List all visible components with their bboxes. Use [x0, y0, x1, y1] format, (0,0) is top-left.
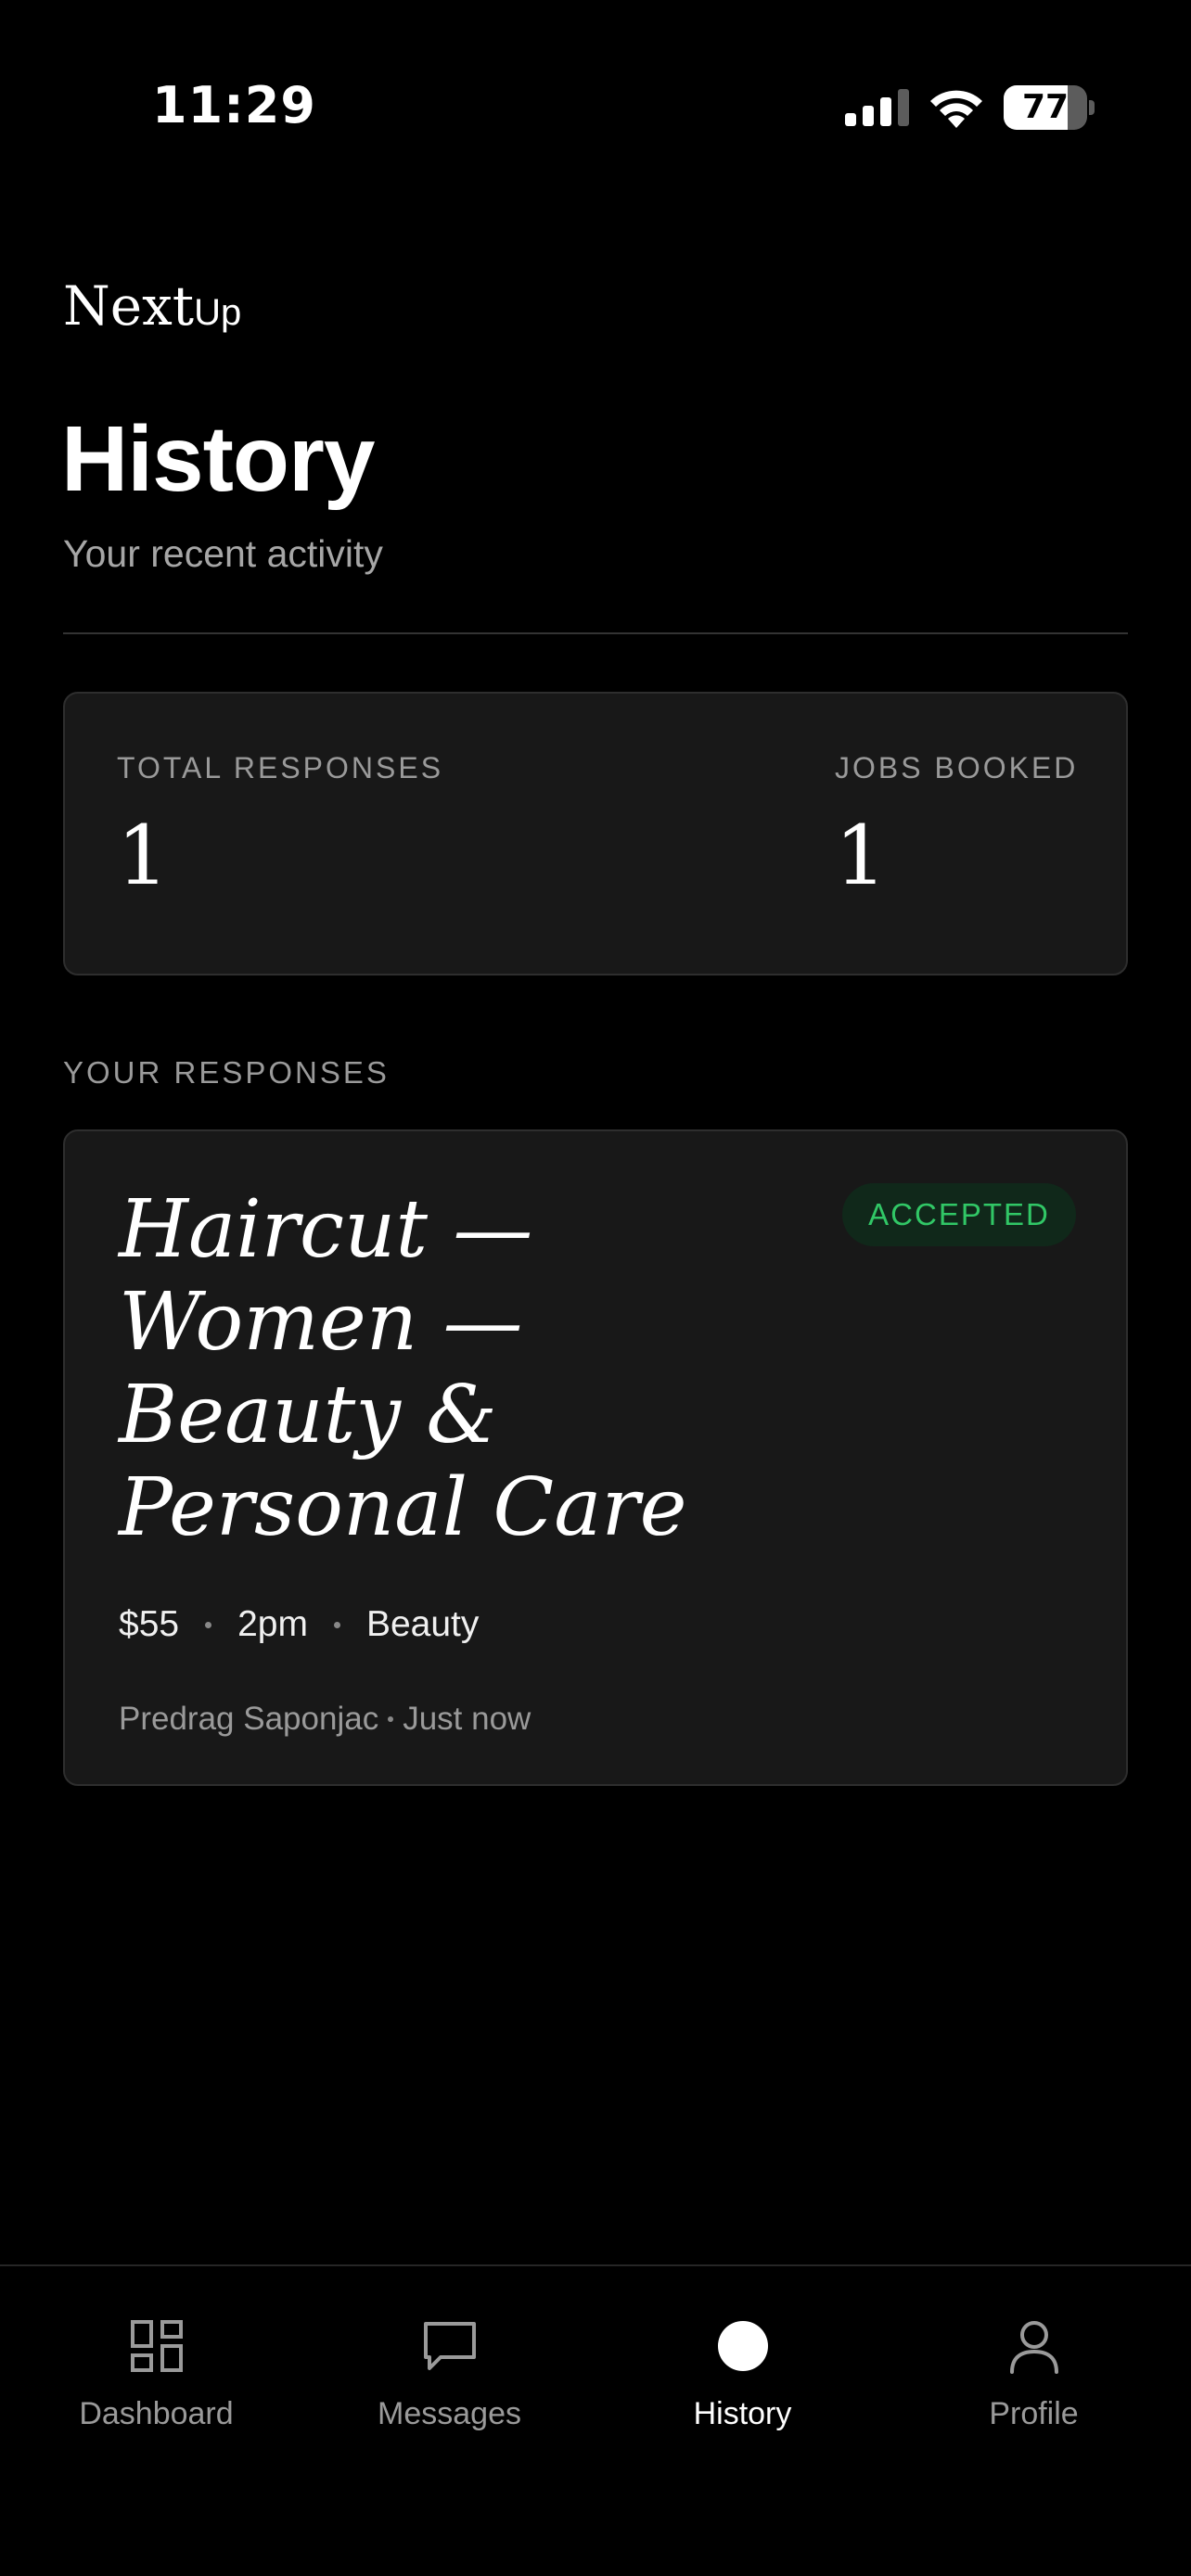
header-divider: [63, 632, 1128, 634]
total-responses-label: TOTAL RESPONSES: [117, 751, 444, 784]
response-card[interactable]: Haircut — Women — Beauty & Personal Care…: [63, 1129, 1128, 1786]
tab-messages-label: Messages: [378, 2396, 521, 2431]
total-responses-stat: TOTAL RESPONSES 1: [117, 751, 443, 897]
response-when: Just now: [403, 1701, 531, 1737]
battery-percentage: 77: [1021, 88, 1069, 126]
section-label-responses: YOUR RESPONSES: [63, 1055, 390, 1090]
logo-next: Next: [63, 274, 195, 338]
separator-dot: [388, 1716, 394, 1722]
status-bar: 11:29 77: [0, 0, 1191, 148]
jobs-booked-label: JOBS BOOKED: [835, 751, 1079, 784]
battery-icon: 77: [1004, 85, 1095, 130]
status-time: 11:29: [152, 76, 316, 134]
stats-card: TOTAL RESPONSES 1 JOBS BOOKED 1: [63, 692, 1128, 976]
dashboard-grid-icon: [130, 2320, 183, 2372]
message-bubble-icon: [423, 2322, 476, 2370]
jobs-booked-value: 1: [835, 808, 887, 903]
tab-history[interactable]: History: [594, 2266, 891, 2452]
jobs-booked-stat: JOBS BOOKED 1: [835, 751, 1078, 897]
response-price: $55: [119, 1604, 180, 1644]
wifi-icon: [930, 90, 982, 128]
response-category: Beauty: [365, 1604, 480, 1644]
separator-dot: [205, 1621, 212, 1628]
tab-dashboard-label: Dashboard: [79, 2396, 234, 2431]
page-title: History: [61, 407, 376, 511]
bottom-tab-bar: Dashboard Messages History Profile: [0, 2264, 1191, 2576]
response-title: Haircut — Women — Beauty & Personal Care: [119, 1183, 687, 1554]
status-badge: ACCEPTED: [842, 1183, 1076, 1246]
response-footer: Predrag Saponjac Just now: [119, 1701, 531, 1738]
history-dot-icon: [717, 2321, 768, 2371]
logo-up: Up: [194, 292, 242, 333]
tab-history-label: History: [693, 2396, 792, 2431]
total-responses-value: 1: [117, 808, 169, 903]
tab-dashboard[interactable]: Dashboard: [7, 2266, 305, 2452]
person-icon: [1009, 2321, 1058, 2374]
tab-profile-label: Profile: [989, 2396, 1079, 2431]
tab-messages[interactable]: Messages: [301, 2266, 598, 2452]
cellular-signal-icon: [845, 89, 909, 126]
separator-dot: [333, 1621, 340, 1628]
app-logo: NextUp: [63, 274, 241, 338]
page-subtitle: Your recent activity: [63, 532, 383, 575]
response-client: Predrag Saponjac: [119, 1701, 379, 1737]
tab-profile[interactable]: Profile: [885, 2266, 1183, 2452]
response-meta: $55 2pm Beauty: [119, 1604, 479, 1645]
response-time: 2pm: [237, 1604, 308, 1644]
